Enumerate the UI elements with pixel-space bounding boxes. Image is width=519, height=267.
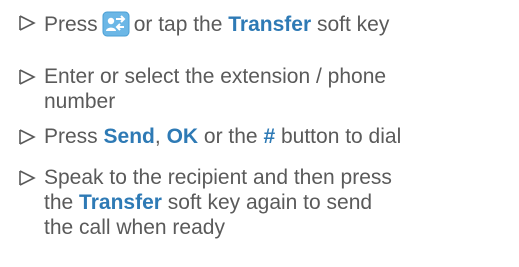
ok-keyword: OK bbox=[166, 125, 199, 148]
step-text: Press bbox=[44, 125, 98, 148]
step-text: the bbox=[44, 191, 74, 214]
step-text: the call when ready bbox=[44, 216, 225, 239]
transfer-keyword: Transfer bbox=[79, 191, 162, 214]
step-text: number bbox=[44, 90, 116, 113]
arrowhead-bullet-icon bbox=[18, 68, 36, 86]
hash-keyword: # bbox=[263, 125, 276, 148]
transfer-keyword: Transfer bbox=[228, 13, 312, 36]
arrowhead-bullet-icon bbox=[18, 169, 36, 187]
step-text: soft key again to send bbox=[167, 191, 373, 214]
step-text: , bbox=[154, 125, 161, 148]
step-text: button to dial bbox=[280, 125, 402, 148]
step-text: or tap the bbox=[133, 13, 223, 36]
arrowhead-bullet-icon bbox=[18, 14, 36, 32]
step-text: or the bbox=[203, 125, 258, 148]
instruction-list: Press or tap the Transfer soft key Enter… bbox=[0, 0, 519, 267]
step-text: Enter or select the extension / phone bbox=[44, 65, 387, 88]
transfer-key-icon bbox=[102, 11, 130, 37]
step-text: Speak to the recipient and then press bbox=[44, 166, 392, 189]
arrowhead-bullet-icon bbox=[18, 128, 36, 146]
step-text: Press bbox=[44, 13, 98, 36]
step-text: soft key bbox=[316, 13, 390, 36]
send-keyword: Send bbox=[103, 125, 155, 148]
